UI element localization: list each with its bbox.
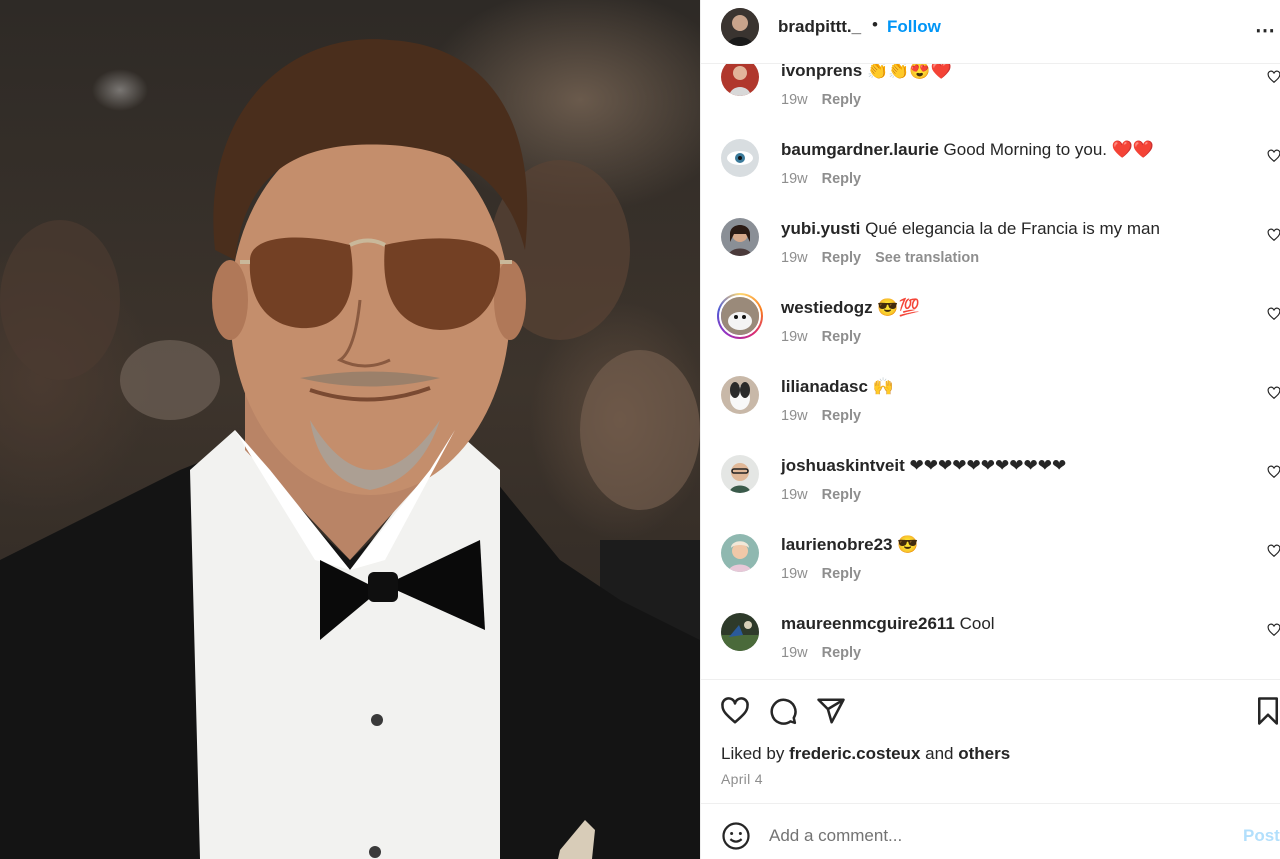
comment-text: Qué elegancia la de Francia is my man (865, 219, 1160, 238)
comment-username[interactable]: westiedogz (781, 298, 873, 317)
comment-meta: 19w Reply (781, 171, 875, 187)
comment-text-line: lilianadasc 🙌 (781, 377, 894, 397)
comment-time[interactable]: 19w (781, 645, 808, 661)
liked-by-user[interactable]: frederic.costeux (789, 744, 920, 763)
header-separator: • (872, 15, 878, 34)
reply-button[interactable]: Reply (822, 487, 862, 503)
likes-conj: and (925, 744, 954, 763)
comment-text-line: westiedogz 😎💯 (781, 298, 920, 318)
comment-item: baumgardner.laurie Good Morning to you. … (701, 139, 1280, 222)
comment-username[interactable]: yubi.yusti (781, 219, 860, 238)
comment-text-line: laurienobre23 😎 (781, 535, 918, 555)
comment-text: Good Morning to you. ❤️❤️ (943, 140, 1155, 159)
comment-text-line: ivonprens 👏👏😍❤️ (781, 64, 952, 81)
comment-text: 🙌 (872, 377, 894, 396)
comment-text-line: maureenmcguire2611 Cool (781, 614, 995, 634)
comment-username[interactable]: lilianadasc (781, 377, 868, 396)
like-comment-heart-icon[interactable] (1267, 228, 1280, 242)
comment-item: ivonprens 👏👏😍❤️ 19w Reply (701, 64, 1280, 143)
comment-time[interactable]: 19w (781, 487, 808, 503)
like-comment-heart-icon[interactable] (1267, 70, 1280, 84)
like-comment-heart-icon[interactable] (1267, 149, 1280, 163)
reply-button[interactable]: Reply (822, 171, 862, 187)
comment-text: Cool (959, 614, 995, 633)
add-comment-input[interactable] (767, 820, 1221, 852)
reply-button[interactable]: Reply (822, 250, 862, 266)
comment-time[interactable]: 19w (781, 171, 808, 187)
like-comment-heart-icon[interactable] (1267, 465, 1280, 479)
post-side-panel: bradpittt._ • Follow ⋯ ivonprens 👏👏😍❤️ 1… (700, 0, 1280, 859)
follow-button[interactable]: Follow (887, 17, 941, 37)
commenter-avatar[interactable] (721, 534, 759, 572)
commenter-avatar[interactable] (721, 455, 759, 493)
likes-prefix: Liked by (721, 744, 785, 763)
like-comment-heart-icon[interactable] (1267, 307, 1280, 321)
comment-text: ❤❤❤❤❤❤❤❤❤❤❤ (909, 456, 1067, 475)
comment-meta: 19w Reply See translation (781, 250, 993, 266)
comment-meta: 19w Reply (781, 566, 875, 582)
commenter-avatar[interactable] (721, 139, 759, 177)
comment-text: 😎💯 (877, 298, 920, 317)
post-actions: Liked by frederic.costeux and others Apr… (701, 679, 1280, 803)
comment-meta: 19w Reply (781, 329, 875, 345)
post-comment-button[interactable]: Post (1243, 826, 1280, 846)
like-comment-heart-icon[interactable] (1267, 544, 1280, 558)
post-header: bradpittt._ • Follow ⋯ (701, 0, 1280, 64)
commenter-avatar[interactable] (721, 64, 759, 96)
comment-meta: 19w Reply (781, 645, 875, 661)
comment-time[interactable]: 19w (781, 250, 808, 266)
like-heart-icon[interactable] (720, 696, 750, 726)
comment-time[interactable]: 19w (781, 408, 808, 424)
more-options-icon[interactable]: ⋯ (1255, 18, 1276, 43)
comment-username[interactable]: ivonprens (781, 64, 862, 80)
author-username[interactable]: bradpittt._ (778, 17, 861, 37)
comment-text-line: baumgardner.laurie Good Morning to you. … (781, 140, 1154, 160)
post-date[interactable]: April 4 (721, 771, 763, 787)
likes-others-link[interactable]: others (958, 744, 1010, 763)
comment-text: 👏👏😍❤️ (866, 64, 952, 80)
comment-item: laurienobre23 😎 19w Reply (701, 534, 1280, 617)
comment-username[interactable]: joshuaskintveit (781, 456, 905, 475)
commenter-avatar[interactable] (721, 613, 759, 651)
comment-item: yubi.yusti Qué elegancia la de Francia i… (701, 218, 1280, 301)
comment-text-line: joshuaskintveit ❤❤❤❤❤❤❤❤❤❤❤ (781, 456, 1066, 476)
reply-button[interactable]: Reply (822, 566, 862, 582)
comment-meta: 19w Reply (781, 92, 875, 108)
comment-username[interactable]: laurienobre23 (781, 535, 893, 554)
emoji-picker-icon[interactable] (721, 821, 751, 851)
likes-summary: Liked by frederic.costeux and others (721, 744, 1010, 764)
portrait-illustration (0, 39, 700, 859)
comment-item: joshuaskintveit ❤❤❤❤❤❤❤❤❤❤❤ 19w Reply (701, 455, 1280, 538)
post-photo[interactable] (0, 0, 700, 859)
like-comment-heart-icon[interactable] (1267, 386, 1280, 400)
commenter-avatar-story-ring[interactable] (717, 293, 763, 339)
comment-item: maureenmcguire2611 Cool 19w Reply (701, 613, 1280, 679)
comment-text-line: yubi.yusti Qué elegancia la de Francia i… (781, 219, 1160, 239)
comment-item: westiedogz 😎💯 19w Reply (701, 293, 1280, 380)
comment-username[interactable]: baumgardner.laurie (781, 140, 939, 159)
commenter-avatar[interactable] (721, 218, 759, 256)
like-comment-heart-icon[interactable] (1267, 623, 1280, 637)
comments-list[interactable]: ivonprens 👏👏😍❤️ 19w Reply baumgardner.lau… (701, 64, 1280, 679)
add-comment-bar: Post (701, 803, 1280, 859)
author-avatar[interactable] (721, 8, 759, 46)
share-paper-plane-icon[interactable] (816, 696, 846, 726)
save-bookmark-icon[interactable] (1253, 696, 1280, 726)
reply-button[interactable]: Reply (822, 92, 862, 108)
reply-button[interactable]: Reply (822, 645, 862, 661)
comment-meta: 19w Reply (781, 408, 875, 424)
comment-meta: 19w Reply (781, 487, 875, 503)
comment-time[interactable]: 19w (781, 92, 808, 108)
comment-item: lilianadasc 🙌 19w Reply (701, 376, 1280, 459)
comment-time[interactable]: 19w (781, 329, 808, 345)
comment-time[interactable]: 19w (781, 566, 808, 582)
reply-button[interactable]: Reply (822, 408, 862, 424)
reply-button[interactable]: Reply (822, 329, 862, 345)
see-translation-button[interactable]: See translation (875, 250, 979, 266)
comment-bubble-icon[interactable] (768, 696, 798, 726)
comment-text: 😎 (897, 535, 919, 554)
commenter-avatar[interactable] (721, 376, 759, 414)
comment-username[interactable]: maureenmcguire2611 (781, 614, 955, 633)
